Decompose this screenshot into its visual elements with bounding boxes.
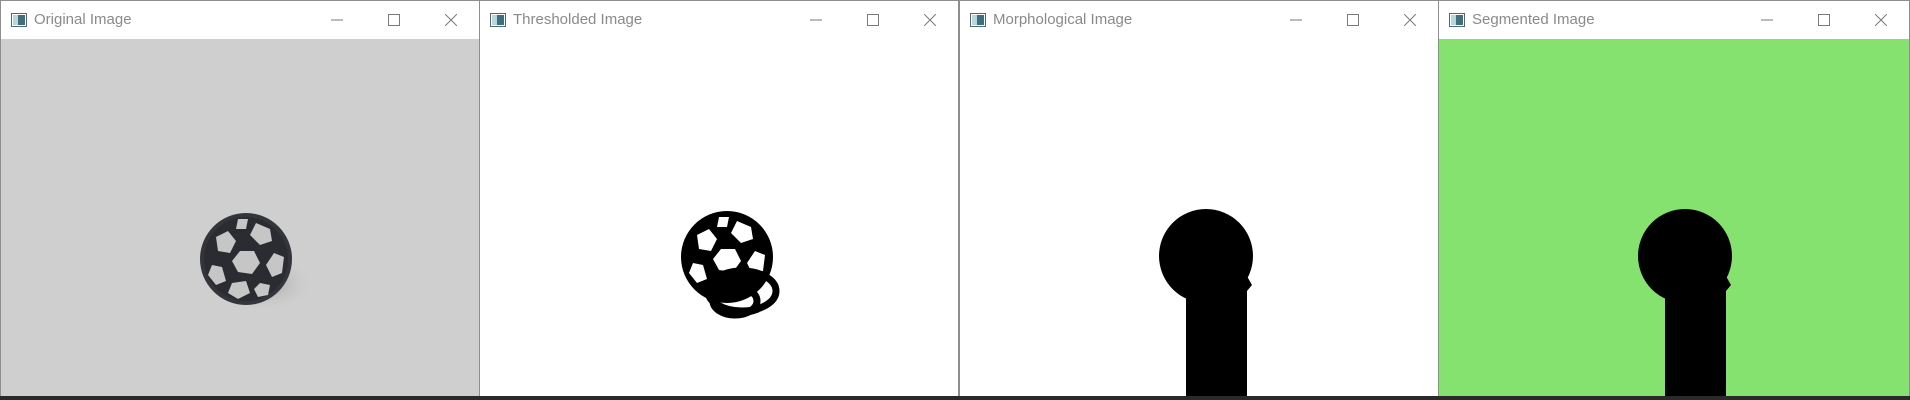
image-viewer-icon[interactable] <box>490 12 506 27</box>
image-canvas-morphological <box>960 39 1438 399</box>
maximize-icon <box>1817 13 1830 26</box>
taskbar-edge <box>0 396 1910 400</box>
window-titlebar[interactable]: Thresholded Image <box>480 1 958 39</box>
window-segmented-image[interactable]: Segmented Image <box>1438 0 1910 400</box>
window-controls <box>1267 1 1438 38</box>
maximize-icon <box>1346 13 1359 26</box>
minimize-button[interactable] <box>1738 1 1795 38</box>
maximize-button[interactable] <box>1795 1 1852 38</box>
window-title: Morphological Image <box>993 11 1133 28</box>
minimize-icon <box>1289 19 1302 20</box>
close-icon <box>923 13 936 26</box>
window-title: Original Image <box>34 11 132 28</box>
window-titlebar[interactable]: Segmented Image <box>1439 1 1909 39</box>
window-title: Thresholded Image <box>513 11 643 28</box>
minimize-icon <box>809 19 822 20</box>
window-title: Segmented Image <box>1472 11 1595 28</box>
image-canvas-thresholded <box>480 39 958 399</box>
close-icon <box>1874 13 1887 26</box>
maximize-button[interactable] <box>844 1 901 38</box>
image-canvas-original <box>1 39 479 399</box>
image-viewer-icon[interactable] <box>970 12 986 27</box>
maximize-button[interactable] <box>1324 1 1381 38</box>
minimize-button[interactable] <box>787 1 844 38</box>
window-titlebar[interactable]: Original Image <box>1 1 479 39</box>
window-morphological-image[interactable]: Morphological Image <box>959 0 1439 400</box>
close-button[interactable] <box>422 1 479 38</box>
minimize-button[interactable] <box>308 1 365 38</box>
maximize-button[interactable] <box>365 1 422 38</box>
window-controls <box>308 1 479 38</box>
soccer-ball <box>200 213 292 305</box>
close-button[interactable] <box>1381 1 1438 38</box>
window-thresholded-image[interactable]: Thresholded Image <box>479 0 959 400</box>
maximize-icon <box>387 13 400 26</box>
image-viewer-icon[interactable] <box>1449 12 1465 27</box>
image-viewer-icon[interactable] <box>11 12 27 27</box>
window-titlebar[interactable]: Morphological Image <box>960 1 1438 39</box>
window-controls <box>787 1 958 38</box>
window-controls <box>1738 1 1909 38</box>
minimize-icon <box>330 19 343 20</box>
minimize-icon <box>1760 19 1773 20</box>
image-canvas-segmented <box>1439 39 1909 399</box>
desktop: Original Image Thresholded Image Morphol… <box>0 0 1910 400</box>
close-button[interactable] <box>901 1 958 38</box>
minimize-button[interactable] <box>1267 1 1324 38</box>
close-icon <box>444 13 457 26</box>
maximize-icon <box>866 13 879 26</box>
window-original-image[interactable]: Original Image <box>0 0 480 400</box>
close-icon <box>1403 13 1416 26</box>
close-button[interactable] <box>1852 1 1909 38</box>
